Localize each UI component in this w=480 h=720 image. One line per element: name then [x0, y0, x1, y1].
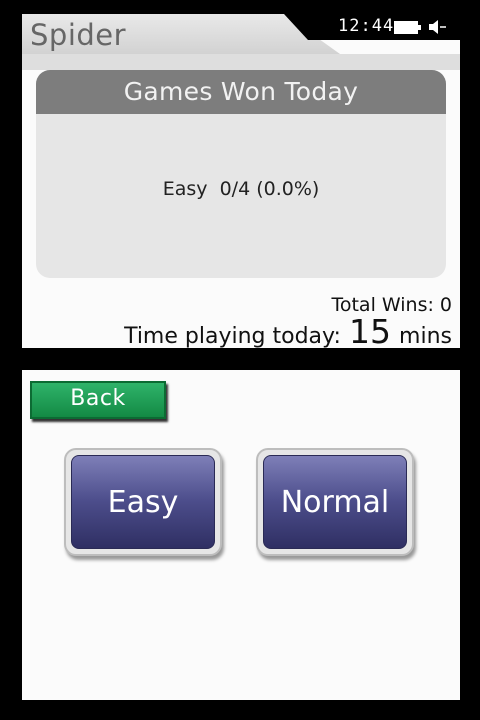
time-value: 15 [348, 312, 391, 348]
header-band [22, 54, 460, 70]
time-label: Time playing today: [124, 324, 341, 348]
bottom-screen: Back Easy Normal [22, 370, 460, 700]
time-playing: Time playing today: 15 mins [124, 312, 452, 348]
stats-panel: Games Won Today Easy 0/4 (0.0%) [36, 70, 446, 278]
battery-icon [394, 21, 421, 34]
status-bar: 12:44 [284, 14, 460, 40]
back-button[interactable]: Back [30, 381, 166, 419]
easy-button[interactable]: Easy [64, 448, 222, 556]
panel-header: Games Won Today [36, 70, 446, 114]
time-unit: mins [399, 324, 452, 348]
clock: 12:44 [338, 16, 395, 36]
normal-button[interactable]: Normal [256, 448, 414, 556]
top-screen: Spider 12:44 Games Won Today Easy 0/4 (0… [22, 14, 460, 348]
games-won-line: Easy 0/4 (0.0%) [162, 178, 320, 200]
easy-button-label: Easy [71, 455, 215, 549]
app-title: Spider [30, 18, 127, 52]
volume-icon [429, 20, 446, 34]
normal-button-label: Normal [263, 455, 407, 549]
